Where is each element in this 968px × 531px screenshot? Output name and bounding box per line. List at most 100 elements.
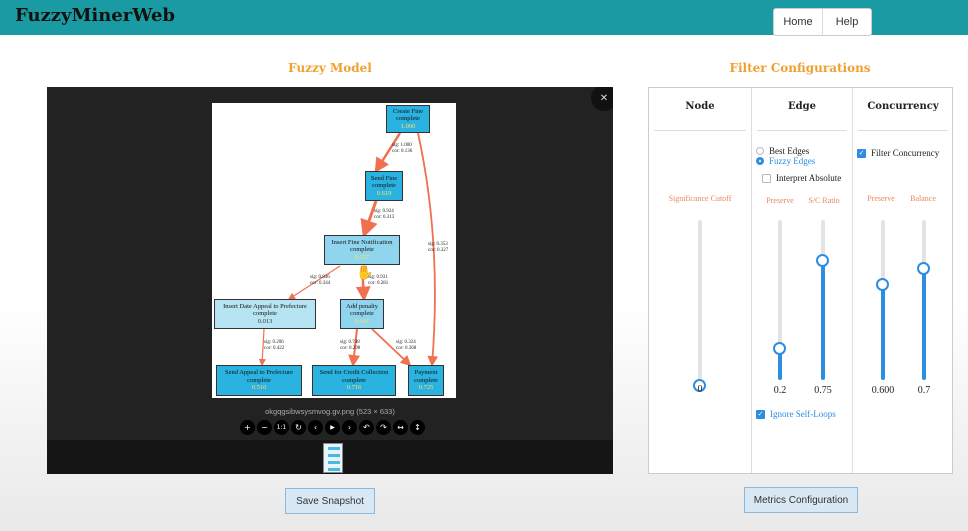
node-label: Insert Date Appeal to Prefecture (223, 302, 307, 310)
filter-panel: Node Significance Cutoff 0 Edge Best Edg… (648, 87, 953, 474)
edge-label: sig: 0.748 cor: 0.298 (340, 340, 361, 351)
ignore-self-loops-label: Ignore Self-Loops (770, 409, 836, 419)
next-icon[interactable]: › (342, 420, 357, 435)
node-type: complete (350, 310, 374, 318)
concurrency-column: Concurrency ✓ Filter Concurrency Preserv… (852, 88, 953, 473)
significance-cutoff-label: Significance Cutoff (668, 194, 732, 203)
concurrency-preserve-label: Preserve (867, 194, 895, 203)
edge-preserve-thumb[interactable] (773, 342, 786, 355)
fuzzy-model-title: Fuzzy Model (288, 61, 372, 75)
node-type: complete (253, 310, 277, 318)
balance-thumb[interactable] (917, 262, 930, 275)
node-add-penalty[interactable]: Add penalty complete 0.341 (340, 299, 384, 329)
edge-preserve-value: 0.2 (773, 385, 787, 396)
flip-vertical-icon[interactable]: ↕ (410, 420, 425, 435)
node-create-fine[interactable]: Create Fine complete 1.000 (386, 105, 430, 133)
node-value: 0.013 (257, 317, 273, 325)
balance-value: 0.7 (917, 385, 931, 396)
node-label: Create Fine (392, 107, 424, 115)
significance-cutoff-slider[interactable] (698, 220, 702, 380)
fuzzy-edges-radio[interactable] (756, 157, 764, 165)
node-send-credit-collection[interactable]: Send for Credit Collection complete 0.71… (312, 365, 396, 396)
rotate-right-icon[interactable]: ↷ (376, 420, 391, 435)
node-type: complete (414, 376, 438, 384)
ignore-self-loops-checkbox[interactable]: ✓ (756, 409, 765, 419)
fuzzy-edges-label: Fuzzy Edges (769, 156, 816, 166)
node-column: Node Significance Cutoff 0 (649, 88, 751, 473)
app-title: FuzzyMinerWeb (15, 5, 176, 26)
interpret-absolute-option[interactable]: Interpret Absolute (762, 173, 841, 183)
edge-column: Edge Best Edges Fuzzy Edges Interpret Ab… (751, 88, 852, 473)
edge-title: Edge (788, 101, 816, 112)
node-label: Insert Fine Notification (331, 238, 393, 246)
sc-ratio-slider[interactable] (821, 220, 825, 380)
sc-ratio-value: 0.75 (814, 385, 832, 396)
concurrency-title: Concurrency (867, 101, 939, 112)
fuzzy-edges-option[interactable]: Fuzzy Edges (756, 156, 815, 166)
fuzzy-model-graph[interactable]: Create Fine complete 1.000 Send Fine com… (212, 103, 456, 398)
node-insert-fine-notification[interactable]: Insert Fine Notification complete 0.357 (324, 235, 400, 265)
zoom-in-icon[interactable]: + (240, 420, 255, 435)
filter-configurations-title: Filter Configurations (729, 61, 871, 75)
edge-label: sig: 0.206 cor: 0.422 (264, 340, 285, 351)
node-value: 0.725 (418, 384, 434, 392)
node-label: Send Fine (370, 174, 398, 182)
interpret-absolute-label: Interpret Absolute (776, 173, 842, 183)
play-icon[interactable]: ▶ (325, 420, 340, 435)
node-value: 0.619 (376, 189, 392, 197)
edge-preserve-label: Preserve (766, 196, 794, 205)
metrics-configuration-button[interactable]: Metrics Configuration (744, 487, 858, 513)
node-value: 0.510 (251, 384, 267, 392)
thumbnail-image[interactable] (323, 443, 343, 473)
image-viewer: ✕ Create Fine complete 1.000 Send Fine c… (47, 87, 613, 474)
balance-label: Balance (910, 194, 936, 203)
node-label: Payment (414, 369, 438, 377)
edge-label: sig: 0.924 cor: 0.313 (374, 209, 395, 220)
nav-button-group: Home Help (773, 8, 872, 36)
concurrency-preserve-slider[interactable] (881, 220, 885, 380)
thumbnail-strip (47, 440, 613, 474)
interpret-absolute-checkbox[interactable] (762, 173, 771, 183)
help-button[interactable]: Help (822, 9, 871, 35)
node-value: 0.716 (346, 384, 362, 392)
node-label: Add penalty (346, 302, 378, 310)
node-payment[interactable]: Payment complete 0.725 (408, 365, 444, 396)
ignore-self-loops-option[interactable]: ✓ Ignore Self-Loops (756, 409, 836, 419)
node-type: complete (396, 115, 420, 123)
node-insert-date-appeal[interactable]: Insert Date Appeal to Prefecture complet… (214, 299, 316, 329)
flip-horizontal-icon[interactable]: ↔ (393, 420, 408, 435)
node-value: 0.357 (354, 253, 370, 261)
best-edges-option[interactable]: Best Edges (756, 146, 809, 156)
image-caption: okgqgsibwsysmvog.gv.png (523 × 633) (265, 407, 395, 416)
node-value: 1.000 (400, 122, 416, 130)
filter-concurrency-checkbox[interactable]: ✓ (857, 148, 866, 158)
concurrency-preserve-thumb[interactable] (876, 278, 889, 291)
sc-ratio-thumb[interactable] (816, 254, 829, 267)
navbar: FuzzyMinerWeb Home Help (0, 0, 968, 36)
edge-label: sig: 0.324 cor: 0.368 (396, 340, 417, 351)
best-edges-label: Best Edges (769, 146, 810, 156)
filter-concurrency-label: Filter Concurrency (871, 148, 940, 158)
home-button[interactable]: Home (774, 9, 822, 35)
rotate-left-icon[interactable]: ↶ (359, 420, 374, 435)
actual-size-icon[interactable]: 1:1 (274, 420, 289, 435)
zoom-out-icon[interactable]: − (257, 420, 272, 435)
edge-label: sig: 0.846 cor: 0.344 (310, 275, 331, 286)
node-send-appeal[interactable]: Send Appeal to Prefecture complete 0.510 (216, 365, 302, 396)
viewer-toolbar: + − 1:1 ↻ ‹ ▶ › ↶ ↷ ↔ ↕ (240, 420, 425, 435)
close-viewer-icon[interactable]: ✕ (591, 87, 613, 111)
node-type: complete (247, 376, 271, 384)
edge-label: sig: 1.000 cor: 0.136 (392, 143, 413, 154)
filter-concurrency-option[interactable]: ✓ Filter Concurrency (857, 148, 939, 158)
balance-slider[interactable] (922, 220, 926, 380)
best-edges-radio[interactable] (756, 147, 764, 155)
prev-icon[interactable]: ‹ (308, 420, 323, 435)
edge-preserve-slider[interactable] (778, 220, 782, 380)
node-type: complete (372, 182, 396, 190)
edge-label: sig: 0.353 cor: 0.327 (428, 242, 449, 253)
reset-icon[interactable]: ↻ (291, 420, 306, 435)
node-value: 0.341 (354, 317, 370, 325)
node-type: complete (342, 376, 366, 384)
save-snapshot-button[interactable]: Save Snapshot (285, 488, 375, 514)
node-send-fine[interactable]: Send Fine complete 0.619 (365, 171, 403, 201)
